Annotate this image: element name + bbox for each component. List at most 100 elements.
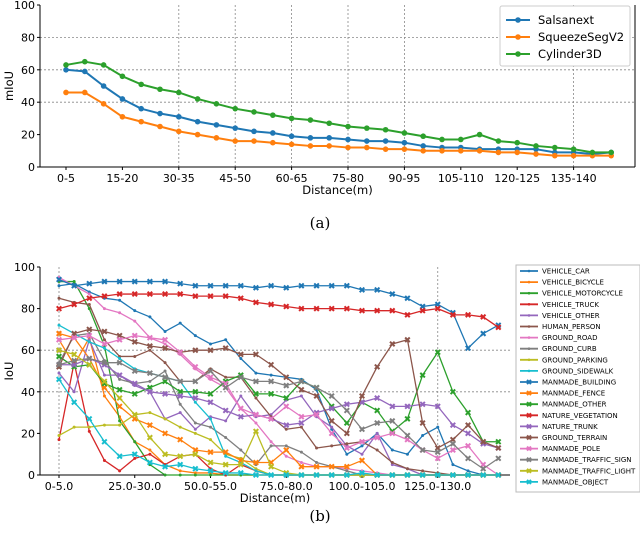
data-point [118, 377, 122, 381]
x-tick-label: 90-95 [388, 172, 420, 185]
legend-label: VEHICLE_OTHER [542, 312, 600, 320]
data-point [421, 469, 425, 473]
data-point [118, 423, 122, 427]
data-point [146, 434, 153, 441]
data-point [382, 146, 389, 152]
data-point [163, 342, 167, 346]
legend-marker [527, 280, 531, 284]
data-point [458, 148, 464, 154]
data-point [269, 440, 273, 444]
data-point [57, 371, 61, 375]
legend-marker [515, 34, 521, 40]
x-tick-label: 25.0-30.0 [108, 480, 161, 493]
legend-label: GROUND_CURB [542, 345, 597, 353]
legend-marker [515, 17, 521, 23]
legend-marker [527, 358, 531, 362]
data-point [86, 415, 93, 422]
data-point [224, 375, 228, 379]
data-point [133, 319, 137, 323]
data-point [420, 133, 427, 140]
data-point [209, 473, 212, 477]
legend: VEHICLE_CAR VEHICLE_BICYCLE VEHICLE_MOTORC… [515, 264, 640, 493]
data-point [284, 454, 288, 458]
data-point [401, 146, 408, 152]
data-point [382, 126, 389, 133]
data-point [194, 118, 201, 125]
data-point [178, 411, 182, 415]
data-point [209, 425, 212, 429]
legend-marker [527, 325, 531, 328]
data-point [401, 139, 408, 146]
data-point [254, 371, 258, 375]
data-point [178, 321, 182, 325]
data-point [251, 138, 257, 144]
data-point [178, 402, 182, 406]
series-cylinder3d [63, 58, 614, 156]
y-axis-label: IoU [2, 362, 16, 381]
x-tick-label: 100.0-105.0 [329, 480, 396, 493]
data-point [119, 96, 126, 102]
y-tick-label: 20 [21, 427, 35, 440]
x-tick-label: 0-5.0 [45, 480, 73, 493]
data-point [102, 373, 106, 377]
data-point [148, 348, 152, 352]
data-point [102, 307, 106, 311]
data-point [480, 330, 487, 337]
data-point [533, 151, 539, 157]
series-line [65, 68, 612, 156]
data-point [176, 89, 182, 96]
legend-marker [527, 303, 531, 306]
data-point [570, 152, 577, 159]
y-tick-label: 0 [28, 469, 35, 482]
series-line [58, 337, 499, 476]
data-point [326, 135, 333, 141]
data-point [375, 431, 379, 435]
y-axis-label: mIoU [2, 71, 16, 101]
legend-marker [527, 269, 531, 273]
data-point [213, 122, 220, 128]
data-point [288, 141, 295, 148]
data-point [138, 118, 144, 125]
data-point [390, 461, 394, 465]
legend-label: VEHICLE_BICYCLE [542, 279, 604, 287]
data-point [254, 421, 258, 425]
legend-label: VEHICLE_CAR [542, 268, 590, 276]
series-ground-terrain [55, 326, 502, 451]
legend-label: Cylinder3D [538, 47, 602, 61]
data-point [178, 473, 182, 477]
data-point [465, 422, 472, 429]
legend-label: MANMADE_OBJECT [542, 478, 609, 486]
data-point [307, 117, 314, 123]
data-point [57, 296, 61, 300]
data-point [270, 139, 276, 146]
data-point [157, 110, 163, 117]
data-point [232, 105, 238, 112]
series-line [58, 357, 499, 470]
data-point [405, 452, 409, 456]
data-point [465, 455, 472, 462]
legend: Salsanext SqueezeSegV2 Cylinder3D [499, 5, 631, 67]
legend-marker [526, 379, 532, 385]
data-point [608, 149, 614, 156]
data-point [148, 379, 152, 383]
data-point [118, 311, 122, 315]
data-point [288, 115, 295, 122]
series-line [58, 293, 499, 328]
data-point [307, 143, 314, 149]
legend-label: GROUND_TERRAIN [542, 434, 607, 442]
legend-marker [526, 401, 532, 407]
x-tick-label: 15-20 [106, 172, 138, 185]
data-point [283, 403, 290, 410]
x-tick-label: 125.0-130.0 [404, 480, 471, 493]
data-point [193, 431, 197, 435]
data-point [465, 409, 472, 416]
data-point [328, 392, 335, 399]
y-tick-label: 100 [14, 261, 35, 274]
figure-caption: (a) [310, 214, 331, 232]
data-point [299, 425, 303, 429]
y-tick-label: 100 [14, 0, 35, 12]
data-point [254, 469, 258, 473]
data-point [375, 448, 379, 452]
x-tick-label: 45-50 [219, 172, 251, 185]
legend-label: HUMAN_PERSON [542, 323, 601, 331]
